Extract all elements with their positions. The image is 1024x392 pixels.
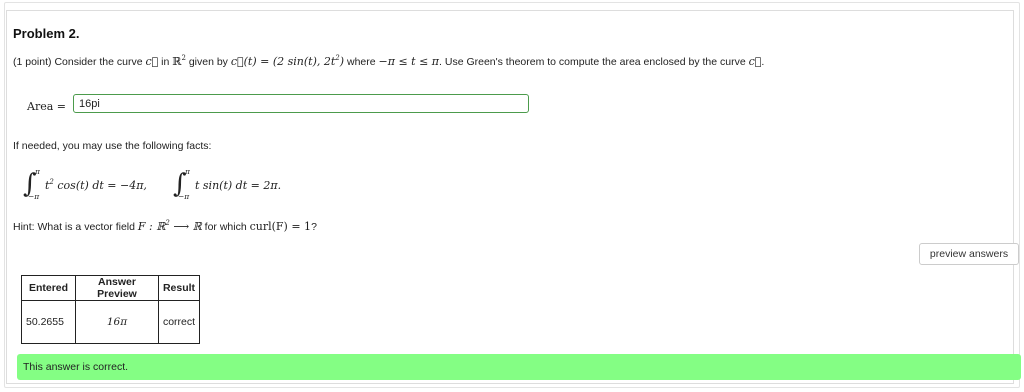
hint-text: Hint: What is a vector field F : ℝ2 ⟶ ℝ … — [13, 219, 317, 234]
preview-answers-button[interactable]: preview answers — [919, 243, 1019, 265]
lower-limit-1: −π — [28, 192, 40, 201]
points-label: (1 point) — [13, 56, 52, 68]
facts-intro: If needed, you may use the following fac… — [13, 140, 212, 152]
curve-symbol-2: c⃗ — [748, 55, 762, 68]
parameter-range: −π ≤ t ≤ π — [378, 55, 440, 68]
result-value: correct — [158, 300, 200, 344]
lower-limit-2: −π — [178, 192, 190, 201]
entered-value: 50.2655 — [21, 300, 76, 344]
status-message: This answer is correct. — [17, 354, 1021, 380]
statement-text-1: Consider the curve — [51, 56, 146, 68]
results-table: Entered Answer Preview Result 50.2655 16… — [21, 275, 200, 344]
parametrization: c⃗(t) = (2 sin(t), 2t2) — [230, 54, 345, 69]
answer-preview-value: 16π — [75, 300, 159, 344]
statement-text-2: in — [158, 56, 173, 68]
header-entered: Entered — [21, 275, 76, 301]
area-label: Area = — [27, 100, 66, 113]
upper-limit-1: π — [35, 167, 40, 176]
table-row: 50.2655 16π correct — [21, 300, 200, 344]
statement-text-4: where — [344, 56, 379, 68]
header-result: Result — [158, 275, 200, 301]
statement-text-5: . Use Green's theorem to compute the are… — [439, 56, 749, 68]
area-answer-input[interactable] — [73, 94, 529, 113]
reals-symbol: ℝ2 — [172, 54, 186, 69]
upper-limit-2: π — [185, 167, 190, 176]
problem-panel: Problem 2. (1 point) Consider the curve … — [6, 10, 1021, 384]
problem-title: Problem 2. — [13, 26, 80, 41]
integral-1-body: t2 cos(t) dt = −4π, — [45, 178, 147, 193]
statement-text-6: . — [761, 56, 765, 68]
results-header-row: Entered Answer Preview Result — [21, 275, 200, 301]
integral-2-body: t sin(t) dt = 2π. — [195, 179, 282, 192]
header-answer-preview: Answer Preview — [75, 275, 159, 301]
curve-symbol: c⃗ — [145, 55, 159, 68]
integral-facts: ∫ π −π t2 cos(t) dt = −4π, ∫ π −π t sin(… — [23, 167, 323, 205]
statement-text-3: given by — [185, 56, 231, 68]
problem-statement: (1 point) Consider the curve c⃗ in ℝ2 gi… — [13, 54, 765, 69]
